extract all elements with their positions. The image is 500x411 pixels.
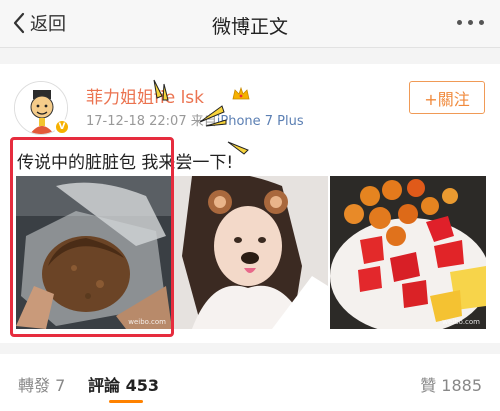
post-time: 17-12-18 22:07 (86, 114, 187, 129)
verified-badge-icon: V (54, 119, 70, 135)
tab-likes[interactable]: 贊 1885 (420, 372, 482, 396)
highlight-box (10, 137, 174, 337)
follow-button[interactable]: +關注 (409, 81, 485, 114)
post-username[interactable]: 菲力姐姐fie lsk (86, 83, 204, 108)
navigation-bar: 返回 微博正文 (0, 0, 500, 48)
sparkle-sticker-icon (199, 105, 227, 127)
interaction-tabs: 轉發 7 評論 453 贊 1885 (0, 354, 500, 411)
post-image-2[interactable] (172, 176, 328, 329)
page-title: 微博正文 (211, 16, 288, 38)
post-image-3[interactable]: weibo.com (330, 176, 486, 329)
sparkle-sticker-icon (227, 141, 249, 155)
crown-icon (232, 86, 250, 100)
tab-repost[interactable]: 轉發 7 (18, 372, 65, 396)
tab-comments[interactable]: 評論 453 (88, 372, 159, 396)
more-options-icon[interactable] (457, 20, 484, 25)
post-meta: 17-12-18 22:07 来自iPhone 7 Plus (86, 110, 304, 129)
sparkle-sticker-icon (153, 79, 169, 101)
image-watermark: weibo.com (442, 318, 480, 326)
active-tab-indicator (109, 400, 143, 403)
